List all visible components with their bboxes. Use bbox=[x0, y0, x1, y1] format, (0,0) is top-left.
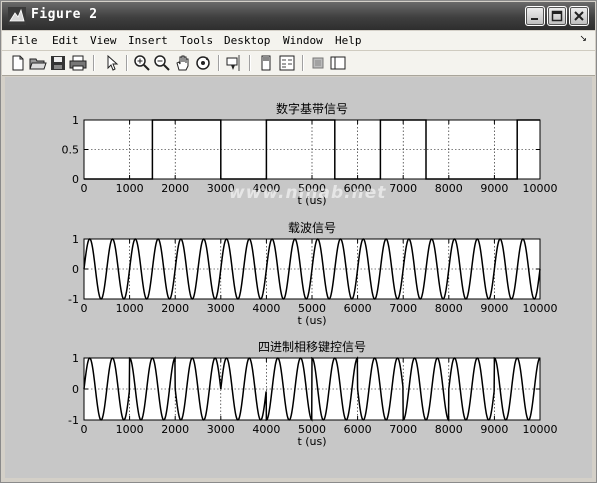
figure-toolbar bbox=[2, 51, 595, 76]
close-icon bbox=[574, 11, 584, 21]
menu-overflow-arrow[interactable]: ↘ bbox=[579, 34, 587, 44]
close-button[interactable] bbox=[569, 6, 589, 26]
baseband-x-tick-label: 8000 bbox=[435, 182, 463, 195]
carrier-chart-title: 载波信号 bbox=[288, 221, 336, 235]
menu-view[interactable]: View bbox=[90, 34, 117, 47]
qpsk-x-tick-label: 8000 bbox=[435, 423, 463, 436]
qpsk-x-tick-label: 1000 bbox=[116, 423, 144, 436]
baseband-x-tick-label: 0 bbox=[81, 182, 88, 195]
carrier-y-tick-label: 0 bbox=[72, 263, 79, 276]
maximize-button[interactable] bbox=[547, 6, 567, 26]
qpsk-x-tick-label: 10000 bbox=[523, 423, 558, 436]
plot-tools-show-icon[interactable] bbox=[329, 54, 347, 72]
carrier-x-tick-label: 6000 bbox=[344, 302, 372, 315]
new-file-icon[interactable] bbox=[9, 54, 27, 72]
qpsk-x-tick-label: 6000 bbox=[344, 423, 372, 436]
menu-file[interactable]: File bbox=[11, 34, 38, 47]
maximize-icon bbox=[551, 10, 563, 22]
qpsk-x-tick-label: 9000 bbox=[480, 423, 508, 436]
carrier-x-tick-label: 2000 bbox=[161, 302, 189, 315]
watermark-text: www.ninab.net bbox=[229, 183, 387, 203]
carrier-x-tick-label: 10000 bbox=[523, 302, 558, 315]
menu-bar: File Edit View Insert Tools Desktop Wind… bbox=[2, 31, 595, 51]
zoom-in-icon[interactable] bbox=[133, 54, 151, 72]
legend-icon[interactable] bbox=[278, 54, 296, 72]
baseband-x-tick-label: 10000 bbox=[523, 182, 558, 195]
toolbar-separator bbox=[302, 55, 304, 71]
menu-desktop[interactable]: Desktop bbox=[224, 34, 270, 47]
carrier-x-tick-label: 4000 bbox=[252, 302, 280, 315]
carrier-x-tick-label: 8000 bbox=[435, 302, 463, 315]
print-icon[interactable] bbox=[69, 54, 87, 72]
carrier-y-tick-label: 1 bbox=[72, 233, 79, 246]
toolbar-separator bbox=[126, 55, 128, 71]
carrier-y-tick-label: -1 bbox=[68, 293, 79, 306]
carrier-x-axis-label: t (us) bbox=[297, 314, 326, 327]
zoom-out-icon[interactable] bbox=[153, 54, 171, 72]
minimize-icon bbox=[531, 18, 538, 20]
window-title: Figure 2 bbox=[31, 7, 98, 22]
carrier-x-tick-label: 3000 bbox=[207, 302, 235, 315]
toolbar-separator bbox=[218, 55, 220, 71]
data-cursor-icon[interactable] bbox=[225, 54, 243, 72]
carrier-x-tick-label: 0 bbox=[81, 302, 88, 315]
figure-window: Figure 2 File Edit View Insert Tools Des… bbox=[0, 0, 597, 483]
save-icon[interactable] bbox=[49, 54, 67, 72]
qpsk-x-tick-label: 0 bbox=[81, 423, 88, 436]
baseband-y-tick-label: 0 bbox=[72, 173, 79, 186]
menu-help[interactable]: Help bbox=[335, 34, 362, 47]
qpsk-y-tick-label: -1 bbox=[68, 414, 79, 427]
carrier-x-tick-label: 7000 bbox=[389, 302, 417, 315]
toolbar-separator bbox=[93, 55, 95, 71]
baseband-chart-title: 数字基带信号 bbox=[276, 101, 348, 116]
baseband-x-tick-label: 7000 bbox=[389, 182, 417, 195]
matlab-logo-icon bbox=[8, 7, 26, 25]
menu-insert[interactable]: Insert bbox=[128, 34, 168, 47]
qpsk-x-tick-label: 3000 bbox=[207, 423, 235, 436]
plots-svg: 0 1000 2000 3000 4000 5000 6000 7000 8000 9000 100… bbox=[62, 101, 558, 448]
pan-hand-icon[interactable] bbox=[174, 54, 192, 72]
rotate-3d-icon[interactable] bbox=[194, 54, 212, 72]
baseband-x-tick-label: 2000 bbox=[161, 182, 189, 195]
carrier-x-tick-label: 9000 bbox=[480, 302, 508, 315]
baseband-x-tick-label: 1000 bbox=[116, 182, 144, 195]
qpsk-x-axis-label: t (us) bbox=[297, 435, 326, 448]
open-folder-icon[interactable] bbox=[29, 54, 47, 72]
qpsk-chart-title: 四进制相移键控信号 bbox=[258, 340, 366, 354]
qpsk-x-tick-label: 2000 bbox=[161, 423, 189, 436]
menu-edit[interactable]: Edit bbox=[52, 34, 79, 47]
baseband-x-tick-label: 9000 bbox=[480, 182, 508, 195]
baseband-y-tick-label: 1 bbox=[72, 114, 79, 127]
qpsk-x-tick-label: 4000 bbox=[252, 423, 280, 436]
title-bar[interactable]: Figure 2 bbox=[2, 2, 595, 30]
pointer-icon[interactable] bbox=[103, 54, 121, 72]
qpsk-y-tick-label: 0 bbox=[72, 383, 79, 396]
figure-canvas: 0 1000 2000 3000 4000 5000 6000 7000 8000 9000 100… bbox=[5, 77, 592, 478]
toolbar-separator bbox=[249, 55, 251, 71]
carrier-x-tick-label: 1000 bbox=[116, 302, 144, 315]
plot-tools-hide-icon[interactable] bbox=[309, 54, 327, 72]
baseband-y-tick-label: 0.5 bbox=[62, 144, 80, 157]
minimize-button[interactable] bbox=[525, 6, 545, 26]
qpsk-x-tick-label: 7000 bbox=[389, 423, 417, 436]
menu-window[interactable]: Window bbox=[283, 34, 323, 47]
colorbar-icon[interactable] bbox=[257, 54, 275, 72]
menu-tools[interactable]: Tools bbox=[180, 34, 213, 47]
qpsk-y-tick-label: 1 bbox=[72, 352, 79, 365]
